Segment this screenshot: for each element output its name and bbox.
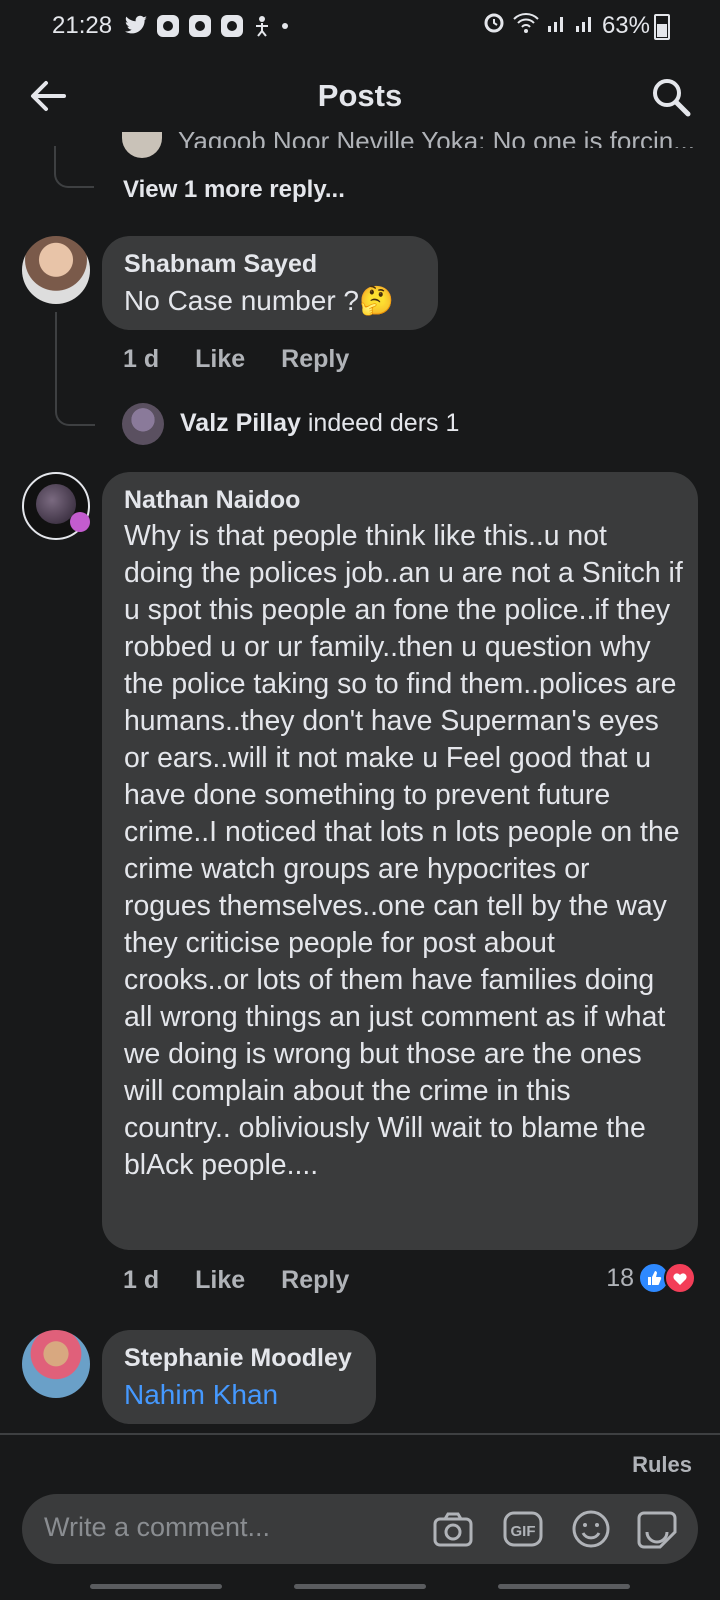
alarm-icon: [482, 10, 506, 41]
heart-badge-icon: [70, 512, 90, 532]
sticker-icon[interactable]: [636, 1508, 678, 1550]
battery-icon: [654, 14, 670, 40]
reply-author[interactable]: Valz Pillay: [180, 409, 301, 437]
comment-author[interactable]: Stephanie Moodley: [124, 1344, 352, 1373]
nav-pill[interactable]: [498, 1584, 630, 1589]
reply-button[interactable]: Reply: [281, 1266, 349, 1295]
avatar[interactable]: [122, 403, 164, 445]
comment-text: Why is that people think like this..u no…: [124, 520, 683, 1181]
comment-time: 1 d: [123, 345, 160, 373]
comment-bubble[interactable]: Nathan Naidoo Why is that people think l…: [102, 472, 698, 1250]
comment-author[interactable]: Nathan Naidoo: [124, 486, 300, 515]
like-button[interactable]: Like: [195, 345, 245, 374]
avatar[interactable]: [22, 1330, 90, 1398]
svg-text:GIF: GIF: [511, 1523, 536, 1540]
nested-reply[interactable]: Valz Pillay indeed ders 1: [180, 409, 459, 438]
signal-icon: [546, 11, 568, 40]
reply-text: indeed ders 1: [307, 409, 460, 437]
twitter-icon: [124, 15, 148, 42]
comment-time: 1 d: [123, 1266, 160, 1294]
divider: [0, 1433, 720, 1435]
like-button[interactable]: Like: [195, 1266, 245, 1295]
mention-link[interactable]: Nahim Khan: [124, 1376, 278, 1413]
avatar[interactable]: [122, 132, 162, 158]
comment-text: No Case number ?🤔: [124, 285, 394, 316]
emoji-icon[interactable]: [570, 1508, 612, 1550]
battery-percent: 63%: [601, 11, 650, 39]
thread-line: [55, 390, 95, 426]
comment-actions: 1 d Like Reply: [123, 1266, 349, 1295]
app-icon: [156, 14, 180, 43]
love-reaction-icon: [664, 1262, 696, 1294]
system-status: 63%: [482, 10, 650, 41]
comment-actions: 1 d Like Reply: [123, 345, 349, 374]
thread-line: [54, 146, 94, 188]
thread-line: [55, 312, 57, 396]
top-bar: Posts: [0, 56, 720, 136]
wifi-icon: [512, 10, 540, 41]
reaction-count[interactable]: 18: [606, 1264, 634, 1293]
app-icon: [188, 14, 212, 43]
comment-bubble[interactable]: Stephanie Moodley Nahim Khan: [102, 1330, 376, 1424]
notification-icons: [124, 14, 290, 43]
camera-icon[interactable]: [432, 1508, 474, 1550]
comment-input[interactable]: Write a comment...: [44, 1512, 270, 1543]
comment-composer[interactable]: Write a comment... GIF: [22, 1494, 698, 1564]
reply-button[interactable]: Reply: [281, 345, 349, 374]
comment-author[interactable]: Shabnam Sayed: [124, 250, 317, 279]
status-time: 21:28: [52, 12, 113, 39]
search-icon[interactable]: [650, 76, 692, 118]
system-nav-bar: [0, 1578, 720, 1600]
gif-icon[interactable]: GIF: [502, 1508, 544, 1550]
app-icon: [220, 14, 244, 43]
page-title: Posts: [317, 78, 403, 113]
nav-pill[interactable]: [294, 1584, 426, 1589]
signal-icon: [574, 11, 596, 40]
truncated-reply[interactable]: Yaqoob Noor Neville Yoka: No one is forc…: [178, 126, 698, 148]
rules-link[interactable]: Rules: [632, 1452, 692, 1478]
comment-bubble[interactable]: Shabnam Sayed No Case number ?🤔: [102, 236, 438, 330]
status-bar: 21:28 63%: [0, 0, 720, 56]
view-more-replies-link[interactable]: View 1 more reply...: [123, 176, 345, 204]
nav-pill[interactable]: [90, 1584, 222, 1589]
avatar[interactable]: [22, 236, 90, 304]
dot-icon: [280, 14, 290, 43]
accessibility-icon: [252, 14, 272, 43]
